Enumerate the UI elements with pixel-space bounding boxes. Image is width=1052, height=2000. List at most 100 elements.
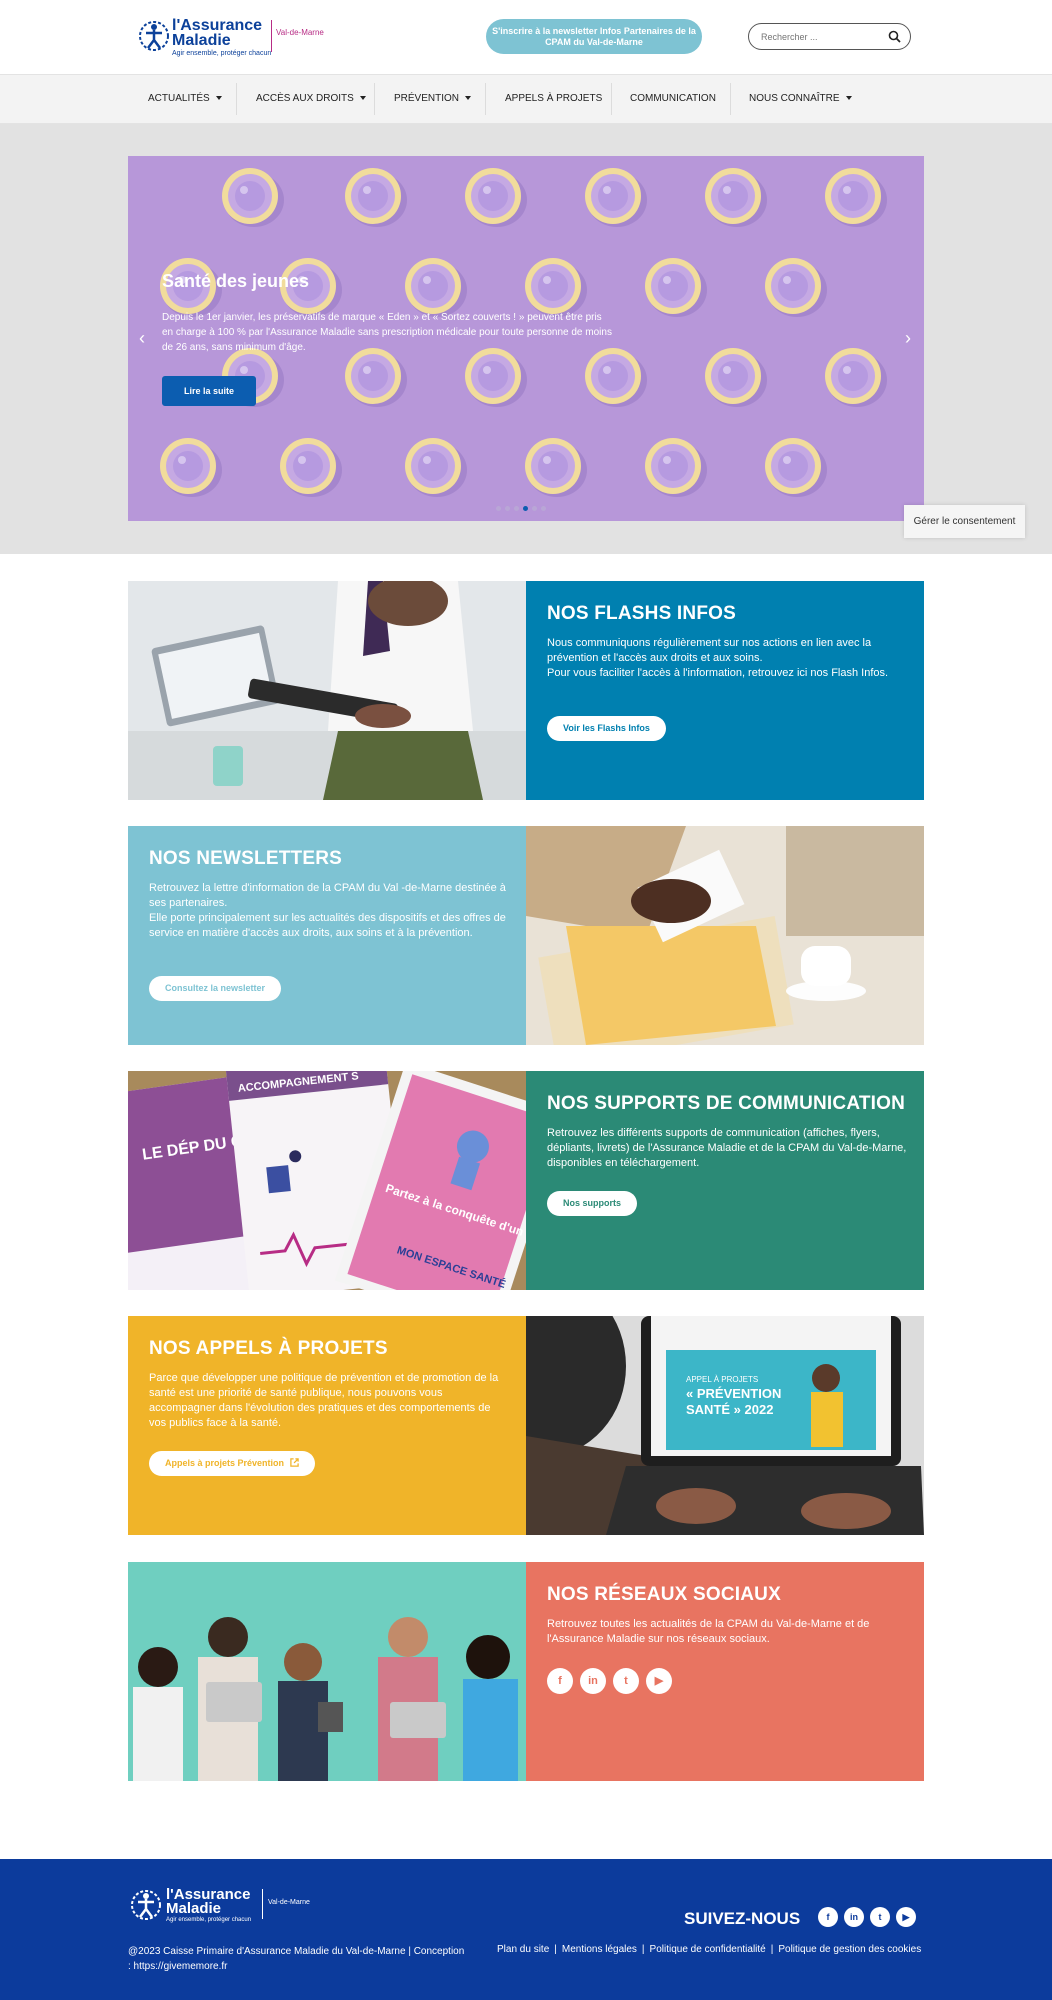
footer-link-confidentialite[interactable]: Politique de confidentialité [650, 1944, 766, 1955]
footer-logo[interactable]: l'Assurance Maladie Agir ensemble, proté… [128, 1885, 318, 1925]
woman-tablet-photo [128, 581, 526, 800]
card-title: NOS NEWSLETTERS [149, 848, 343, 869]
search-box [748, 23, 911, 50]
hero-title: Santé des jeunes [162, 271, 310, 291]
logo-figure-icon [139, 21, 169, 51]
card-flash-infos: NOS FLASHS INFOS Nous communiquons régul… [128, 581, 924, 800]
nav-item-label: APPELS À PROJETS [505, 93, 603, 104]
nav-item-label: PRÉVENTION [394, 93, 460, 104]
chevron-left-icon[interactable]: ‹ [134, 328, 150, 348]
nav-item-label: NOUS CONNAÎTRE [749, 93, 840, 104]
logo-region: Val-de-Marne [276, 28, 324, 37]
card-panel: NOS APPELS À PROJETS Parce que développe… [128, 1316, 526, 1535]
card-supports-communication: LE DÉP DU CA DU S ACCOMPAGNEMENT S Parte… [128, 1071, 924, 1290]
nav-divider [485, 83, 486, 115]
footer-link-mentions-legales[interactable]: Mentions légales [562, 1944, 637, 1955]
supports-button[interactable]: Nos supports [547, 1191, 638, 1216]
logo-brand-line2: Maladie [166, 1900, 222, 1917]
nav-item-label: ACCÈS AUX DROITS [256, 93, 354, 104]
screen-big-text-2: SANTÉ » 2022 [686, 1402, 773, 1417]
nav-item-label: ACTUALITÉS [148, 93, 210, 104]
brochures-photo: LE DÉP DU CA DU S ACCOMPAGNEMENT S Parte… [128, 1071, 526, 1290]
link-separator: | [641, 1944, 645, 1955]
flash-infos-button[interactable]: Voir les Flashs Infos [547, 716, 666, 741]
site-header: l'Assurance Maladie Agir ensemble, proté… [0, 0, 1052, 74]
consent-manager-button[interactable]: Gérer le consentement [904, 505, 1025, 538]
nav-item-label: COMMUNICATION [630, 93, 716, 104]
envelope-photo [526, 826, 924, 1045]
card-text: Retrouvez la lettre d'information de la … [149, 882, 506, 939]
card-appels-a-projets: NOS APPELS À PROJETS Parce que développe… [128, 1316, 924, 1535]
card-text: Retrouvez toutes les actualités de la CP… [547, 1618, 870, 1645]
logo-region: Val-de-Marne [268, 1899, 310, 1906]
footer-link-cookies[interactable]: Politique de gestion des cookies [778, 1944, 921, 1955]
card-title: NOS APPELS À PROJETS [149, 1338, 388, 1359]
card-reseaux-sociaux: NOS RÉSEAUX SOCIAUX Retrouvez toutes les… [128, 1562, 924, 1781]
slider-dot[interactable] [505, 506, 510, 511]
caret-down-icon [215, 96, 222, 101]
search-icon[interactable] [888, 30, 901, 43]
assurance-maladie-logo[interactable]: l'Assurance Maladie Agir ensemble, proté… [136, 16, 326, 58]
site-footer: l'Assurance Maladie Agir ensemble, proté… [0, 1859, 1052, 2000]
external-link-icon [290, 1458, 299, 1467]
nav-divider [236, 83, 237, 115]
linkedin-icon[interactable]: in [580, 1668, 606, 1694]
card-title: NOS RÉSEAUX SOCIAUX [547, 1584, 781, 1605]
card-text: Nous communiquons régulièrement sur nos … [547, 637, 889, 679]
main-nav: ACTUALITÉS ACCÈS AUX DROITS PRÉVENTION A… [0, 74, 1052, 124]
youtube-icon[interactable]: ▶ [646, 1668, 672, 1694]
hero-slide: Santé des jeunes Depuis le 1er janvier, … [128, 156, 924, 521]
nav-item-communication[interactable]: COMMUNICATION [630, 75, 716, 123]
screen-big-text-1: « PRÉVENTION [686, 1386, 781, 1401]
link-separator: | [554, 1944, 557, 1955]
card-panel: NOS FLASHS INFOS Nous communiquons régul… [526, 581, 924, 800]
follow-us-title: SUIVEZ-NOUS [684, 1909, 801, 1928]
link-separator: | [770, 1944, 774, 1955]
search-input[interactable] [761, 29, 881, 45]
nav-item-appels-a-projets[interactable]: APPELS À PROJETS [505, 75, 602, 123]
screen-small-text: APPEL À PROJETS [686, 1375, 758, 1384]
copyright-text: @2023 Caisse Primaire d'Assurance Maladi… [128, 1946, 465, 1972]
logo-brand-line2: Maladie [172, 32, 231, 49]
logo-tagline: Agir ensemble, protéger chacun [172, 50, 272, 57]
nav-item-nous-connaitre[interactable]: NOUS CONNAÎTRE [749, 75, 852, 123]
youtube-icon[interactable]: ▶ [896, 1907, 916, 1927]
card-title: NOS FLASHS INFOS [547, 603, 736, 624]
newsletter-signup-button[interactable]: S'inscrire à la newsletter Infos Partena… [486, 19, 702, 54]
nav-divider [730, 83, 731, 115]
footer-links: Plan du site | Mentions légales | Politique … [497, 1944, 921, 1955]
slider-dot[interactable] [514, 506, 519, 511]
logo-divider [262, 1889, 263, 1919]
nav-item-acces-aux-droits[interactable]: ACCÈS AUX DROITS [256, 75, 366, 123]
slider-dot-active[interactable] [523, 506, 528, 511]
caret-down-icon [845, 96, 852, 101]
twitter-icon[interactable]: t [613, 1668, 639, 1694]
card-panel: NOS SUPPORTS DE COMMUNICATION Retrouvez … [526, 1071, 924, 1290]
facebook-icon[interactable]: f [818, 1907, 838, 1927]
linkedin-icon[interactable]: in [844, 1907, 864, 1927]
nav-divider [611, 83, 612, 115]
newsletter-button[interactable]: Consultez la newsletter [149, 976, 282, 1001]
logo-divider [271, 20, 272, 52]
facebook-icon[interactable]: f [547, 1668, 573, 1694]
slider-dot[interactable] [532, 506, 537, 511]
footer-link-plan-du-site[interactable]: Plan du site [497, 1944, 549, 1955]
chevron-right-icon[interactable]: › [900, 328, 916, 348]
card-panel: NOS NEWSLETTERS Retrouvez la lettre d'in… [128, 826, 526, 1045]
read-more-button[interactable]: Lire la suite [162, 376, 256, 406]
logo-tagline: Agir ensemble, protéger chacun [166, 1917, 252, 1923]
button-label: Appels à projets Prévention [165, 1458, 285, 1468]
card-title: NOS SUPPORTS DE COMMUNICATION [547, 1093, 906, 1114]
caret-down-icon [465, 96, 472, 101]
people-laptops-photo [128, 1562, 526, 1781]
nav-item-actualites[interactable]: ACTUALITÉS [148, 75, 222, 123]
twitter-icon[interactable]: t [870, 1907, 890, 1927]
appels-a-projets-button[interactable]: Appels à projets Prévention [149, 1451, 316, 1476]
slider-dot[interactable] [496, 506, 501, 511]
card-text: Parce que développer une politique de pr… [149, 1372, 499, 1429]
card-text: Retrouvez les différents supports de com… [547, 1127, 907, 1169]
card-panel: NOS RÉSEAUX SOCIAUX Retrouvez toutes les… [526, 1562, 924, 1781]
slider-dot[interactable] [541, 506, 546, 511]
card-newsletters: NOS NEWSLETTERS Retrouvez la lettre d'in… [128, 826, 924, 1045]
nav-item-prevention[interactable]: PRÉVENTION [394, 75, 472, 123]
